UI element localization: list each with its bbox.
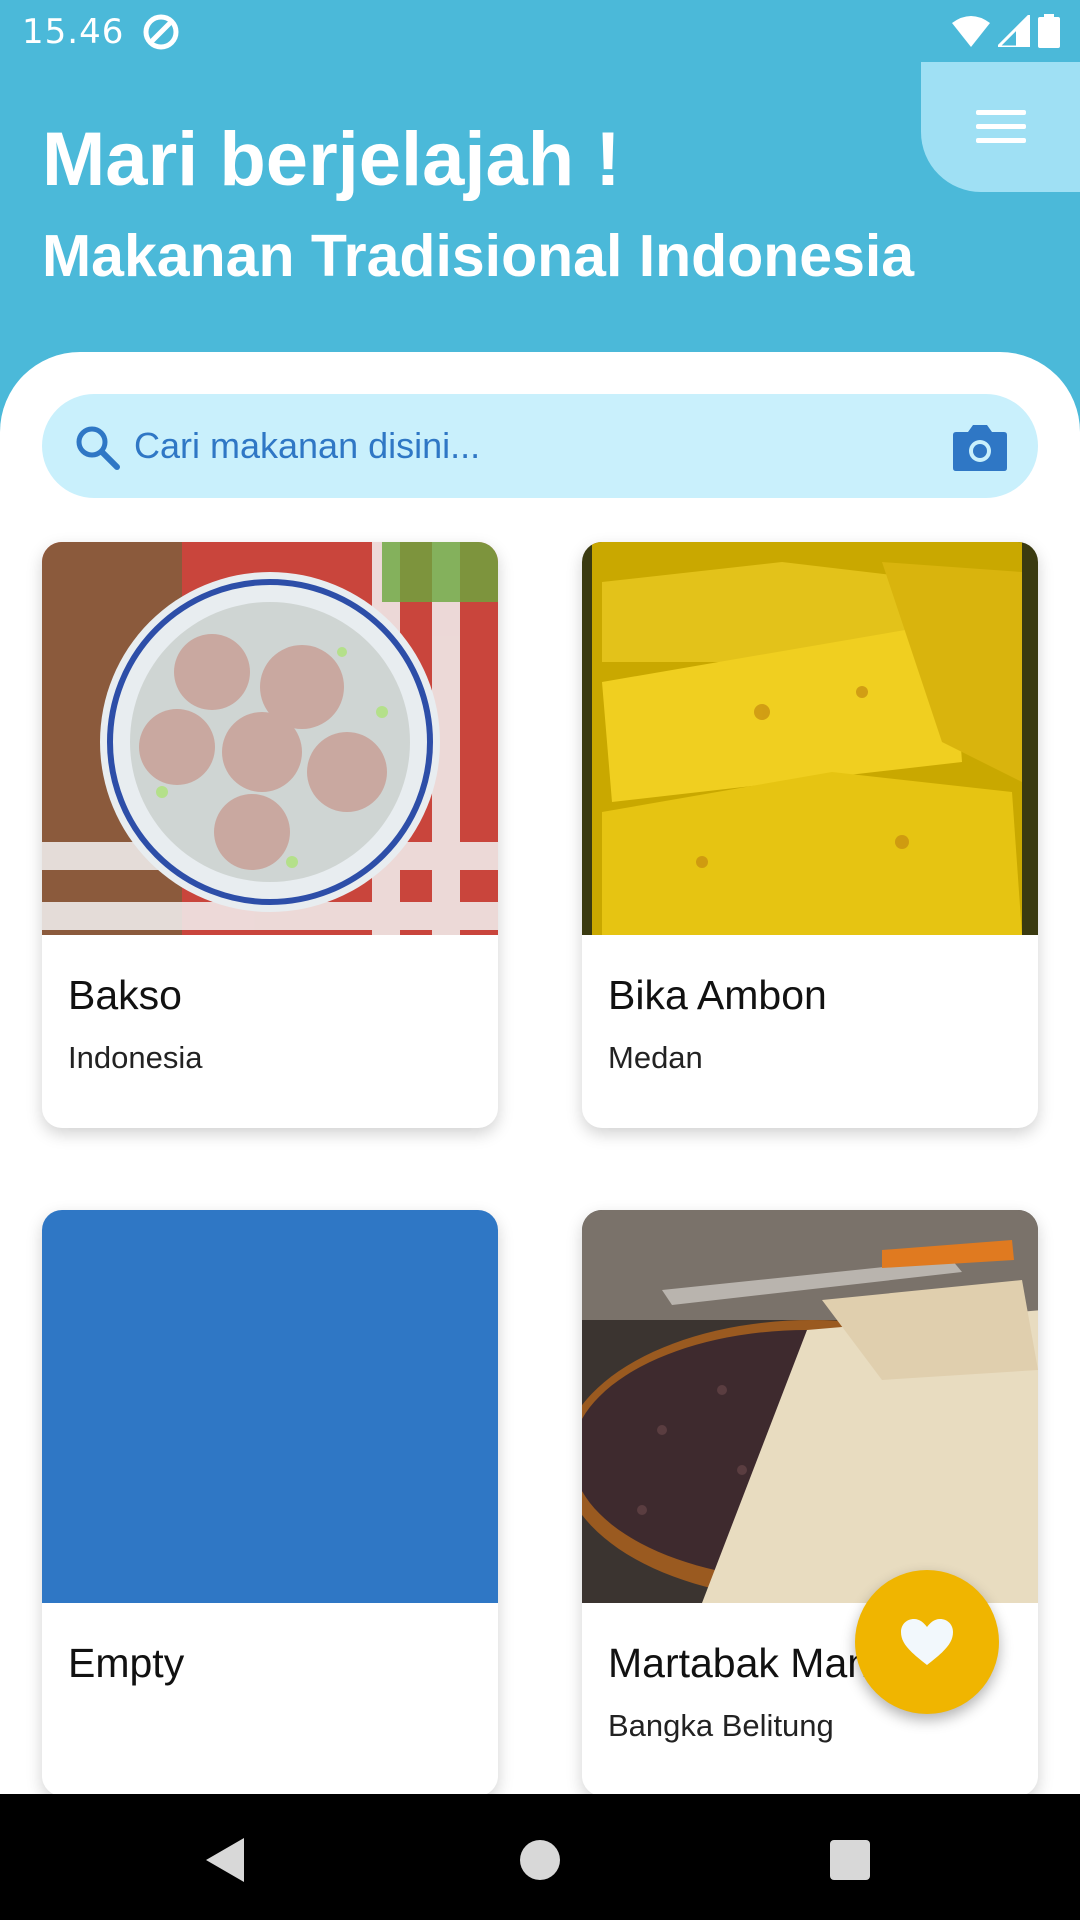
food-card-martabak-manis[interactable]: Martabak Manis Bangka Belitung	[582, 1210, 1038, 1794]
back-icon[interactable]	[196, 1830, 256, 1890]
food-card-empty[interactable]: Empty	[42, 1210, 498, 1794]
search-icon[interactable]	[74, 424, 120, 470]
system-nav-bar	[0, 1794, 1080, 1920]
food-image-bakso	[42, 542, 498, 935]
status-time: 15.46	[22, 12, 125, 52]
food-image-martabak-manis	[582, 1210, 1038, 1603]
page-subtitle: Makanan Tradisional Indonesia	[42, 223, 915, 289]
search-bar	[42, 394, 1038, 498]
menu-button[interactable]	[921, 62, 1080, 192]
battery-icon	[1038, 14, 1060, 48]
wifi-icon	[952, 16, 990, 47]
page-title: Mari berjelajah !	[42, 117, 621, 202]
food-name: Empty	[68, 1640, 185, 1686]
food-image-bika-ambon	[582, 542, 1038, 935]
camera-icon[interactable]	[952, 422, 1008, 472]
food-image-placeholder	[42, 1210, 498, 1603]
signal-icon	[998, 15, 1030, 47]
hamburger-menu-icon	[975, 110, 1026, 143]
food-name: Bika Ambon	[608, 972, 827, 1018]
food-name: Bakso	[68, 972, 182, 1018]
search-input[interactable]	[134, 416, 914, 476]
food-origin: Medan	[608, 1040, 703, 1075]
food-card-bika-ambon[interactable]: Bika Ambon Medan	[582, 542, 1038, 1128]
favorite-fab[interactable]	[855, 1570, 999, 1714]
heart-icon	[901, 1619, 953, 1665]
home-icon[interactable]	[510, 1830, 570, 1890]
recents-icon[interactable]	[820, 1830, 880, 1890]
status-bar: 15.46	[0, 0, 1080, 64]
food-card-bakso[interactable]: Bakso Indonesia	[42, 542, 498, 1128]
food-origin: Indonesia	[68, 1040, 203, 1075]
food-origin: Bangka Belitung	[608, 1708, 834, 1743]
notification-app-icon	[143, 14, 179, 50]
